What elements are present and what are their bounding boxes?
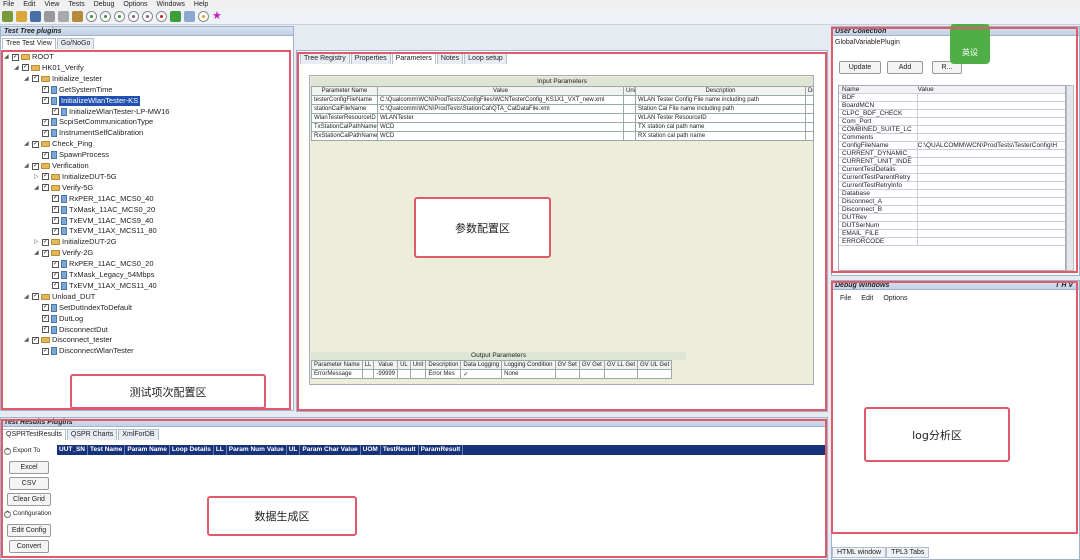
menu-item-file[interactable]: File	[3, 0, 14, 9]
params-callout: 参数配置区	[414, 197, 551, 258]
tree-tab[interactable]: Tree Test View	[2, 38, 56, 49]
user-collection-region-box	[831, 27, 1078, 273]
star-icon[interactable]: ★	[212, 11, 223, 22]
loop-icon[interactable]	[114, 11, 125, 22]
menu-item-options[interactable]: Options	[123, 0, 147, 9]
debug-tab[interactable]: HTML window	[832, 547, 887, 558]
copy-icon[interactable]	[58, 11, 69, 22]
open-icon[interactable]	[2, 11, 13, 22]
test-tree-title: Test Tree plugins	[1, 27, 293, 36]
menu-item-tests[interactable]: Tests	[68, 0, 84, 9]
tree-tab[interactable]: Go/NoGo	[56, 38, 95, 49]
log-callout: log分析区	[864, 407, 1010, 462]
menu-item-edit[interactable]: Edit	[23, 0, 35, 9]
pause-icon[interactable]	[128, 11, 139, 22]
paste-icon[interactable]	[72, 11, 83, 22]
menu-bar: File Edit View Tests Debug Options Windows Help	[0, 0, 1080, 9]
help-icon[interactable]	[198, 11, 209, 22]
test-tree-tabs: Tree Test View Go/NoGo	[1, 38, 293, 49]
menu-item-debug[interactable]: Debug	[94, 0, 115, 9]
abort-icon[interactable]	[156, 11, 167, 22]
step-icon[interactable]	[100, 11, 111, 22]
results-region-box	[1, 419, 827, 558]
tree-callout: 测试项次配置区	[70, 374, 266, 409]
cut-icon[interactable]	[44, 11, 55, 22]
center-region-box	[297, 52, 827, 411]
menu-item-windows[interactable]: Windows	[157, 0, 185, 9]
refresh-icon[interactable]	[170, 11, 181, 22]
run-icon[interactable]	[86, 11, 97, 22]
bottle-icon[interactable]	[184, 11, 195, 22]
stop-icon[interactable]	[142, 11, 153, 22]
toolbar: ★	[0, 9, 1080, 25]
folder-icon[interactable]	[16, 11, 27, 22]
menu-item-help[interactable]: Help	[194, 0, 208, 9]
tree-region-box	[1, 50, 291, 410]
debug-tab[interactable]: TPL3 Tabs	[886, 547, 930, 558]
save-icon[interactable]	[30, 11, 41, 22]
results-callout: 数据生成区	[207, 496, 357, 536]
debug-tabs: HTML window TPL3 Tabs	[832, 547, 930, 558]
menu-item-view[interactable]: View	[44, 0, 59, 9]
